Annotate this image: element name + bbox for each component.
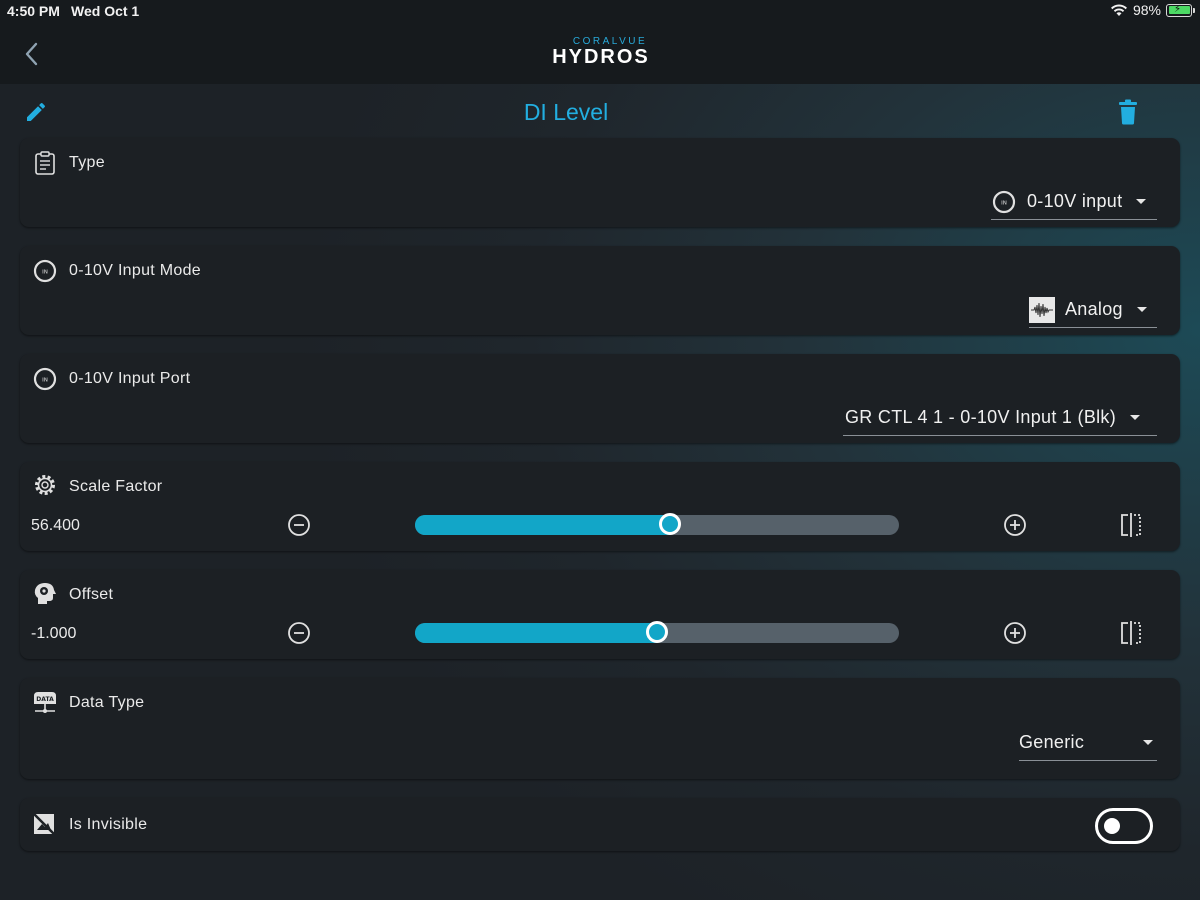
battery-icon: ⚡ xyxy=(1166,3,1195,17)
invisible-image-icon xyxy=(33,813,55,835)
input-port-icon: IN xyxy=(992,190,1016,213)
slider-track xyxy=(415,515,899,535)
type-label: Type xyxy=(69,154,105,171)
wifi-icon xyxy=(1110,4,1127,16)
slider-thumb[interactable] xyxy=(646,621,668,643)
plus-circle-icon[interactable] xyxy=(1003,621,1027,645)
gear-icon xyxy=(35,475,55,495)
scale-factor-value: 56.400 xyxy=(31,517,80,534)
title-bar: DI Level xyxy=(0,84,1200,138)
head-gear-icon xyxy=(34,583,56,604)
input-mode-dropdown[interactable]: Analog xyxy=(1029,292,1157,328)
input-port-card: IN 0-10V Input Port GR CTL 4 1 - 0-10V I… xyxy=(20,354,1180,443)
toggle-knob xyxy=(1104,818,1120,834)
input-port-value: GR CTL 4 1 - 0-10V Input 1 (Blk) xyxy=(845,407,1117,427)
data-type-dropdown[interactable]: Generic xyxy=(1019,725,1157,761)
plus-circle-icon[interactable] xyxy=(1003,513,1027,537)
brand-logo: CORALVUE HYDROS xyxy=(546,36,656,69)
minus-circle-icon[interactable] xyxy=(287,513,311,537)
svg-text:IN: IN xyxy=(1001,200,1007,206)
scale-factor-slider[interactable] xyxy=(415,513,899,536)
status-right: 98% ⚡ xyxy=(1110,2,1195,18)
slider-fill xyxy=(415,515,670,535)
svg-text:DATA: DATA xyxy=(36,696,54,703)
brand-main-text: HYDROS xyxy=(552,46,650,68)
type-value: 0-10V input xyxy=(1027,191,1123,211)
split-range-icon[interactable] xyxy=(1119,620,1143,646)
chevron-down-icon xyxy=(1143,740,1153,745)
svg-text:IN: IN xyxy=(42,270,48,276)
input-mode-label: 0-10V Input Mode xyxy=(69,262,201,279)
type-card: Type IN 0-10V input xyxy=(20,138,1180,227)
slider-thumb[interactable] xyxy=(658,513,681,535)
nav-bar: CORALVUE HYDROS xyxy=(0,22,1200,84)
is-invisible-toggle[interactable] xyxy=(1095,808,1153,844)
split-range-icon[interactable] xyxy=(1119,512,1143,538)
status-date: Wed Oct 1 xyxy=(71,3,140,19)
offset-card: Offset -1.000 xyxy=(20,570,1180,659)
chevron-down-icon xyxy=(1136,199,1147,204)
trash-icon[interactable] xyxy=(1117,99,1139,125)
is-invisible-card: Is Invisible xyxy=(20,798,1180,851)
chevron-down-icon xyxy=(1130,415,1141,420)
data-type-card: DATA Data Type Generic xyxy=(20,678,1180,779)
input-port-icon: IN xyxy=(33,367,57,391)
offset-slider[interactable] xyxy=(415,621,899,644)
slider-fill xyxy=(415,623,657,643)
minus-circle-icon[interactable] xyxy=(287,621,311,645)
data-type-label: Data Type xyxy=(69,694,145,711)
svg-text:IN: IN xyxy=(42,378,48,384)
data-type-value: Generic xyxy=(1019,732,1085,752)
offset-value: -1.000 xyxy=(31,625,77,642)
input-port-dropdown[interactable]: GR CTL 4 1 - 0-10V Input 1 (Blk) xyxy=(843,400,1157,436)
input-port-label: 0-10V Input Port xyxy=(69,370,191,387)
status-time: 4:50 PM xyxy=(7,3,60,19)
input-port-icon: IN xyxy=(33,259,57,283)
status-bar: 4:50 PM Wed Oct 1 98% ⚡ xyxy=(0,0,1200,22)
page-title: DI Level xyxy=(523,99,609,125)
waveform-icon xyxy=(1029,296,1055,323)
is-invisible-label: Is Invisible xyxy=(69,816,148,833)
back-chevron-icon[interactable] xyxy=(20,40,44,68)
data-icon: DATA xyxy=(34,692,56,713)
chevron-down-icon xyxy=(1136,307,1147,312)
input-mode-card: IN 0-10V Input Mode Analog xyxy=(20,246,1180,335)
clipboard-icon xyxy=(35,151,55,175)
input-mode-value: Analog xyxy=(1065,299,1123,319)
type-dropdown[interactable]: IN 0-10V input xyxy=(991,184,1157,220)
scale-factor-label: Scale Factor xyxy=(69,478,163,495)
scale-factor-card: Scale Factor 56.400 xyxy=(20,462,1180,551)
battery-percent: 98% xyxy=(1132,2,1161,18)
offset-label: Offset xyxy=(69,586,114,603)
